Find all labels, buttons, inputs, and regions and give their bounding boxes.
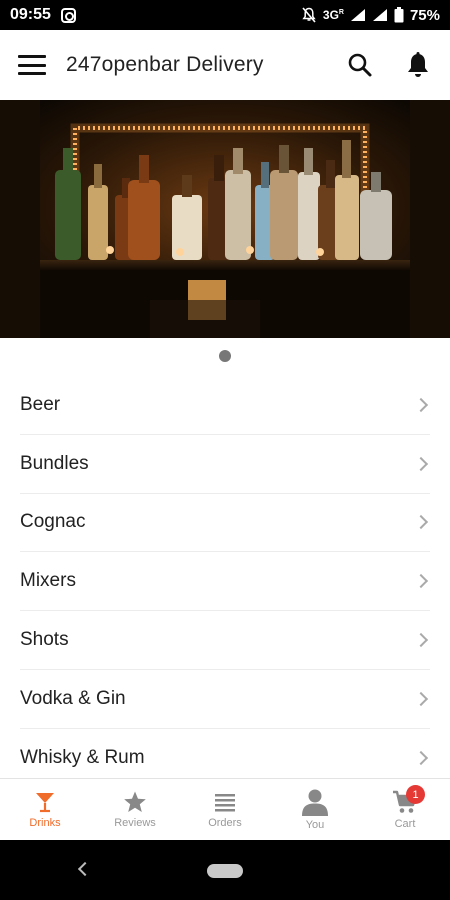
category-item-shots[interactable]: Shots bbox=[20, 611, 430, 670]
chevron-right-icon bbox=[413, 397, 429, 412]
category-item-beer[interactable]: Beer bbox=[20, 376, 430, 435]
chevron-right-icon bbox=[413, 515, 429, 530]
category-list: Beer Bundles Cognac Mixers Shots Vodka &… bbox=[0, 376, 450, 788]
category-label: Whisky & Rum bbox=[20, 747, 145, 769]
nav-cart[interactable]: 1 Cart bbox=[360, 779, 450, 840]
chevron-right-icon bbox=[413, 456, 429, 471]
chevron-right-icon bbox=[413, 633, 429, 648]
bottom-navigation: Drinks Reviews Orders You 1 Cart bbox=[0, 778, 450, 840]
nav-drinks[interactable]: Drinks bbox=[0, 779, 90, 840]
category-label: Shots bbox=[20, 629, 69, 651]
category-label: Vodka & Gin bbox=[20, 687, 126, 709]
nav-label: Reviews bbox=[114, 817, 156, 829]
back-icon[interactable] bbox=[77, 861, 93, 877]
chevron-right-icon bbox=[413, 751, 429, 766]
nav-label: Drinks bbox=[29, 817, 61, 829]
home-pill-icon[interactable] bbox=[207, 864, 243, 878]
nav-label: Cart bbox=[394, 818, 416, 830]
nav-orders[interactable]: Orders bbox=[180, 779, 270, 840]
instagram-icon bbox=[60, 7, 76, 23]
category-label: Mixers bbox=[20, 570, 76, 592]
battery-level: 75% bbox=[409, 6, 440, 24]
nav-label: You bbox=[305, 819, 325, 831]
pager-dot-active[interactable] bbox=[219, 350, 231, 362]
category-label: Bundles bbox=[20, 452, 89, 474]
category-item-cognac[interactable]: Cognac bbox=[20, 494, 430, 553]
category-item-mixers[interactable]: Mixers bbox=[20, 552, 430, 612]
category-label: Cognac bbox=[20, 511, 86, 533]
star-icon bbox=[124, 791, 146, 812]
cart-badge: 1 bbox=[406, 785, 425, 804]
signal-icon-secondary bbox=[372, 9, 387, 21]
category-label: Beer bbox=[20, 393, 61, 415]
chevron-right-icon bbox=[413, 574, 429, 589]
category-item-vodka-gin[interactable]: Vodka & Gin bbox=[20, 670, 430, 729]
banner-image[interactable] bbox=[0, 100, 450, 338]
nav-label: Orders bbox=[208, 817, 242, 829]
person-icon bbox=[302, 789, 328, 816]
cocktail-glass-icon bbox=[36, 793, 54, 813]
battery-icon bbox=[394, 7, 404, 23]
status-time: 09:55 bbox=[10, 6, 51, 23]
search-icon[interactable] bbox=[346, 51, 374, 79]
app-title: 247openbar Delivery bbox=[66, 53, 264, 76]
list-icon bbox=[215, 794, 235, 812]
nav-reviews[interactable]: Reviews bbox=[90, 779, 180, 840]
status-bar: 09:55 3GR 75% bbox=[0, 0, 450, 30]
chevron-right-icon bbox=[413, 691, 429, 706]
nav-you[interactable]: You bbox=[270, 779, 360, 840]
app-bar: 247openbar Delivery bbox=[0, 30, 450, 100]
bell-icon[interactable] bbox=[404, 51, 432, 79]
banner-pager bbox=[0, 350, 450, 362]
signal-icon bbox=[350, 9, 365, 21]
category-item-bundles[interactable]: Bundles bbox=[20, 435, 430, 494]
notifications-off-icon bbox=[302, 7, 316, 23]
hamburger-menu-icon[interactable] bbox=[18, 55, 46, 75]
network-type: 3GR bbox=[322, 8, 344, 22]
system-navigation-bar bbox=[0, 840, 450, 900]
